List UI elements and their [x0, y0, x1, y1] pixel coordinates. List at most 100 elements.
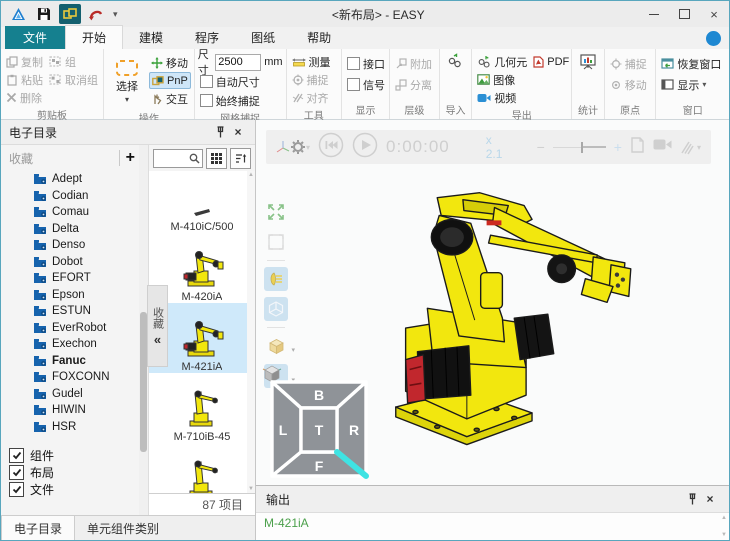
play-button[interactable] [352, 132, 378, 163]
tab-file[interactable]: 文件 [5, 26, 65, 49]
group-button[interactable]: 组 [47, 53, 100, 70]
origin-snap-button[interactable]: 捕捉 [608, 55, 649, 72]
view-cube[interactable]: B L T R F [269, 372, 369, 482]
brand-item[interactable]: Delta [9, 221, 139, 238]
grid-size-input[interactable] [215, 54, 261, 71]
close-panel-icon[interactable]: × [229, 123, 247, 141]
brand-item[interactable]: Denso [9, 237, 139, 254]
axis-settings-icon[interactable]: ▾ [276, 139, 310, 155]
output-pin-icon[interactable] [683, 490, 701, 508]
zoom-selection-icon[interactable] [264, 230, 288, 254]
zoom-fit-icon[interactable] [264, 200, 288, 224]
tab-e-catalog[interactable]: 电子目录 [1, 515, 75, 540]
annotate-icon[interactable]: ▾ [680, 140, 701, 155]
output-scroll-up-icon[interactable]: ▲ [721, 515, 727, 521]
tab-help[interactable]: 帮助 [291, 26, 347, 49]
brand-item[interactable]: Adept [9, 171, 139, 188]
search-input[interactable] [153, 149, 203, 168]
detach-button[interactable]: 分离 [393, 76, 434, 93]
interface-checkbox[interactable]: 接口 [345, 55, 387, 72]
signal-checkbox[interactable]: 信号 [345, 76, 387, 93]
brand-item[interactable]: EverRobot [9, 320, 139, 337]
output-close-icon[interactable]: × [701, 490, 719, 508]
paste-button[interactable]: 粘贴 [4, 71, 45, 88]
tab-modeling[interactable]: 建模 [123, 26, 179, 49]
attach-button[interactable]: 附加 [393, 55, 434, 72]
catalog-item[interactable]: M-710iB-45 [149, 373, 255, 443]
undo-button[interactable] [85, 4, 107, 24]
brand-item[interactable]: HIWIN [9, 402, 139, 419]
ungroup-button[interactable]: 取消组 [47, 71, 100, 88]
grid-view-button[interactable] [206, 148, 227, 169]
shaded-cube-icon[interactable]: ▾ [264, 334, 288, 358]
scroll-up-icon[interactable]: ▲ [248, 172, 254, 178]
brand-item[interactable]: Epson [9, 287, 139, 304]
record-video-icon[interactable] [653, 138, 672, 156]
tab-cell-component-category[interactable]: 单元组件类别 [75, 516, 171, 540]
headlight-toggle-icon[interactable] [264, 267, 288, 291]
brand-item[interactable]: Dobot [9, 254, 139, 271]
always-snap-checkbox[interactable]: 始终捕捉 [198, 92, 283, 109]
maximize-button[interactable] [669, 1, 699, 27]
robot-model[interactable] [376, 172, 692, 485]
brand-item[interactable]: EFORT [9, 270, 139, 287]
show-window-button[interactable]: 显示▾ [659, 76, 723, 93]
favorites-collapse-tab[interactable]: 收藏 « [147, 285, 168, 367]
measure-button[interactable]: 测量 [290, 53, 333, 70]
interact-button[interactable]: 交互 [149, 90, 191, 107]
help-icon[interactable] [706, 31, 721, 46]
statistics-button[interactable] [579, 53, 597, 71]
move-button[interactable]: 移动 [149, 54, 191, 71]
tab-program[interactable]: 程序 [179, 26, 235, 49]
pnp-quick-button[interactable] [59, 4, 81, 24]
restore-window-button[interactable]: 恢复窗口 [659, 55, 723, 72]
filter-files[interactable]: 文件 [9, 481, 139, 498]
output-scrollbar[interactable]: ▲ ▼ [721, 515, 727, 538]
collapse-chevron-icon[interactable]: « [154, 333, 161, 346]
export-video-button[interactable]: 视频 [475, 89, 529, 106]
brand-item[interactable]: Gudel [9, 386, 139, 403]
add-favorite-button[interactable]: + [126, 149, 139, 167]
align-button[interactable]: 对齐 [290, 89, 333, 106]
export-pdf-icon[interactable] [630, 137, 645, 158]
viewport-3d[interactable]: ▾ 0:00:00 x 2.1 − + [256, 120, 729, 485]
brand-item[interactable]: Codian [9, 188, 139, 205]
import-geometry-button[interactable] [446, 53, 464, 71]
stats-group-label: 统计 [572, 101, 604, 119]
auto-size-checkbox[interactable]: 自动尺寸 [198, 73, 283, 90]
tab-drawing[interactable]: 图纸 [235, 26, 291, 49]
brand-item[interactable]: Comau [9, 204, 139, 221]
brand-item-fanuc[interactable]: Fanuc [9, 353, 139, 370]
brand-item[interactable]: ESTUN [9, 303, 139, 320]
filter-layouts[interactable]: 布局 [9, 464, 139, 481]
list-scrollbar[interactable]: ▲ ▼ [247, 171, 255, 493]
catalog-item[interactable]: M-710iC 50E [149, 443, 255, 493]
pin-icon[interactable] [211, 123, 229, 141]
zoom-in-icon[interactable]: + [614, 139, 622, 155]
catalog-item[interactable]: M-410iC/500 [149, 171, 255, 233]
brand-item[interactable]: HSR [9, 419, 139, 436]
close-button[interactable]: × [699, 1, 729, 27]
pnp-button[interactable]: PnP [149, 72, 191, 89]
select-button[interactable]: 选择 ▾ [107, 53, 147, 109]
delete-button[interactable]: 删除 [4, 89, 45, 106]
wireframe-cube-icon[interactable] [264, 297, 288, 321]
save-button[interactable] [33, 4, 55, 24]
scroll-down-icon[interactable]: ▼ [248, 486, 254, 492]
zoom-out-icon[interactable]: − [537, 139, 545, 155]
origin-move-button[interactable]: 移动 [608, 76, 649, 93]
output-scroll-down-icon[interactable]: ▼ [721, 532, 727, 538]
copy-button[interactable]: 复制 [4, 53, 45, 70]
snap-button[interactable]: 捕捉 [290, 71, 333, 88]
export-pdf-button[interactable]: PDF [531, 53, 571, 70]
speed-slider[interactable] [553, 141, 606, 153]
brand-item[interactable]: Exechon [9, 336, 139, 353]
rewind-button[interactable] [318, 132, 344, 163]
export-image-button[interactable]: 图像 [475, 71, 529, 88]
export-geometry-button[interactable]: 几何元 [475, 53, 529, 70]
tab-start[interactable]: 开始 [65, 25, 123, 49]
minimize-button[interactable] [639, 1, 669, 27]
brand-item[interactable]: FOXCONN [9, 369, 139, 386]
sort-button[interactable] [230, 148, 251, 169]
filter-components[interactable]: 组件 [9, 447, 139, 464]
